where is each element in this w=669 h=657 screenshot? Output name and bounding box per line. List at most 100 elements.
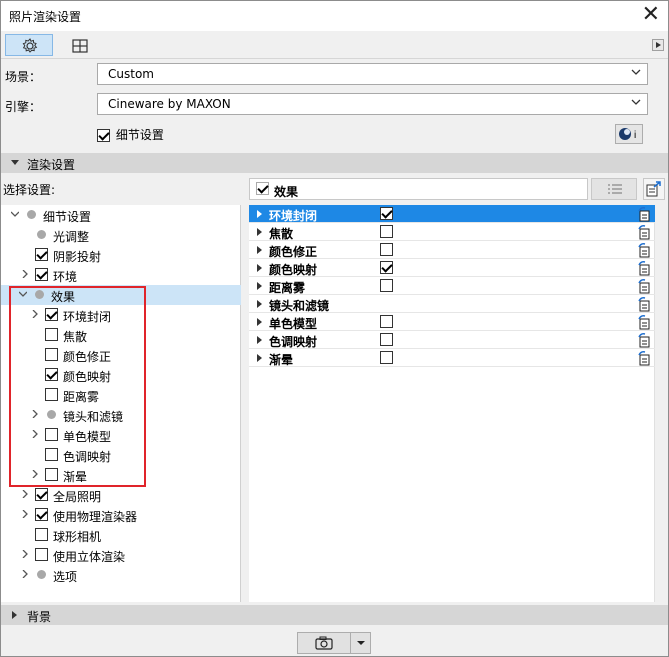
background-section-header[interactable]: 背景 bbox=[1, 605, 668, 625]
effect-row[interactable]: 渐晕 bbox=[249, 349, 655, 367]
chevron-right-icon[interactable] bbox=[21, 550, 29, 558]
caret-down-icon bbox=[11, 160, 19, 165]
effect-row[interactable]: 环境封闭 bbox=[249, 205, 655, 223]
vertical-scrollbar[interactable] bbox=[654, 205, 668, 602]
effect-row[interactable]: 单色模型 bbox=[249, 313, 655, 331]
settings-tab-button[interactable] bbox=[5, 34, 53, 56]
chevron-right-icon[interactable] bbox=[21, 270, 29, 278]
export-setting-icon[interactable] bbox=[637, 260, 651, 276]
effect-checkbox[interactable] bbox=[380, 243, 393, 256]
tree-item[interactable]: 光调整 bbox=[1, 225, 241, 245]
effect-row[interactable]: 颜色修正 bbox=[249, 241, 655, 259]
caret-right-icon[interactable] bbox=[257, 246, 263, 254]
layout-tab-button[interactable] bbox=[55, 34, 103, 56]
tree-item[interactable]: 球形相机 bbox=[1, 525, 241, 545]
tree-item[interactable]: 使用物理渲染器 bbox=[1, 505, 241, 525]
caret-right-icon[interactable] bbox=[257, 210, 263, 218]
detail-settings-toggle[interactable]: 细节设置 bbox=[97, 126, 164, 143]
export-setting-icon[interactable] bbox=[637, 296, 651, 312]
tree-item-label: 阴影投射 bbox=[53, 250, 102, 264]
effect-checkbox[interactable] bbox=[380, 279, 393, 292]
tree-item-checkbox[interactable] bbox=[35, 528, 48, 541]
caret-right-icon[interactable] bbox=[257, 282, 263, 290]
status-dot-icon bbox=[37, 570, 46, 579]
effect-checkbox[interactable] bbox=[380, 225, 393, 238]
render-settings-section-label: 渲染设置 bbox=[27, 158, 76, 172]
effect-row[interactable]: 焦散 bbox=[249, 223, 655, 241]
effect-checkbox[interactable] bbox=[380, 207, 393, 220]
chevron-down-icon[interactable] bbox=[11, 210, 19, 218]
dropdown-arrow-icon[interactable] bbox=[351, 633, 371, 653]
status-dot-icon bbox=[27, 210, 36, 219]
caret-right-icon[interactable] bbox=[257, 336, 263, 344]
tree-item[interactable]: 使用立体渲染 bbox=[1, 545, 241, 565]
effect-checkbox[interactable] bbox=[380, 351, 393, 364]
tree-item-checkbox[interactable] bbox=[35, 488, 48, 501]
effect-row[interactable]: 距离雾 bbox=[249, 277, 655, 295]
render-settings-section-header[interactable]: 渲染设置 bbox=[1, 153, 668, 173]
gear-icon bbox=[22, 38, 38, 53]
tree-item[interactable]: 细节设置 bbox=[1, 205, 241, 225]
detail-settings-checkbox[interactable] bbox=[97, 129, 110, 142]
effect-row[interactable]: 颜色映射 bbox=[249, 259, 655, 277]
effect-name: 镜头和滤镜 bbox=[269, 299, 330, 313]
effects-header-label: 效果 bbox=[274, 185, 299, 199]
effect-name: 焦散 bbox=[269, 227, 294, 241]
export-setting-icon[interactable] bbox=[637, 350, 651, 366]
export-icon bbox=[646, 181, 661, 197]
toolbar bbox=[1, 31, 668, 59]
export-setting-icon[interactable] bbox=[637, 278, 651, 294]
export-setting-icon[interactable] bbox=[637, 206, 651, 222]
tree-item-label: 球形相机 bbox=[53, 530, 102, 544]
caret-right-icon bbox=[12, 611, 17, 619]
svg-text:i: i bbox=[634, 130, 636, 141]
tree-item-checkbox[interactable] bbox=[35, 508, 48, 521]
export-setting-icon[interactable] bbox=[637, 314, 651, 330]
chevron-right-icon[interactable] bbox=[21, 510, 29, 518]
caret-right-icon[interactable] bbox=[257, 228, 263, 236]
effect-checkbox[interactable] bbox=[380, 315, 393, 328]
chevron-right-icon[interactable] bbox=[21, 490, 29, 498]
effect-row[interactable]: 色调映射 bbox=[249, 331, 655, 349]
cinema4d-info-button[interactable]: i bbox=[615, 124, 643, 144]
title-bar: 照片渲染设置 ✕ bbox=[1, 1, 668, 31]
caret-right-icon[interactable] bbox=[257, 354, 263, 362]
tree-item[interactable]: 环境 bbox=[1, 265, 241, 285]
tree-item-label: 选项 bbox=[53, 570, 78, 584]
chevron-right-icon[interactable] bbox=[21, 570, 29, 578]
caret-right-icon[interactable] bbox=[257, 318, 263, 326]
tree-item-checkbox[interactable] bbox=[35, 268, 48, 281]
scene-dropdown[interactable]: Custom bbox=[97, 63, 648, 85]
caret-right-icon[interactable] bbox=[257, 264, 263, 272]
export-settings-button[interactable] bbox=[643, 178, 665, 200]
tree-item[interactable]: 选项 bbox=[1, 565, 241, 585]
effects-header-bar: 效果 bbox=[249, 178, 588, 200]
camera-icon bbox=[315, 636, 333, 650]
tree-item-label: 使用物理渲染器 bbox=[53, 510, 138, 524]
effect-checkbox[interactable] bbox=[380, 261, 393, 274]
engine-label: 引擎： bbox=[5, 100, 42, 114]
effect-name: 色调映射 bbox=[269, 335, 318, 349]
effect-row[interactable]: 镜头和滤镜 bbox=[249, 295, 655, 313]
background-section-label: 背景 bbox=[27, 610, 52, 624]
tree-item-checkbox[interactable] bbox=[35, 548, 48, 561]
list-view-button[interactable] bbox=[591, 178, 637, 200]
scene-value: Custom bbox=[108, 67, 154, 81]
effect-checkbox[interactable] bbox=[380, 333, 393, 346]
toolbar-overflow-arrow-icon[interactable] bbox=[652, 39, 664, 51]
export-setting-icon[interactable] bbox=[637, 332, 651, 348]
effects-header-checkbox[interactable] bbox=[256, 182, 269, 195]
window-title: 照片渲染设置 bbox=[9, 10, 82, 24]
effect-name: 单色模型 bbox=[269, 317, 318, 331]
effect-name: 环境封闭 bbox=[269, 209, 318, 223]
close-icon[interactable]: ✕ bbox=[642, 3, 660, 27]
tree-item[interactable]: 全局照明 bbox=[1, 485, 241, 505]
render-button[interactable] bbox=[297, 632, 371, 654]
tree-item[interactable]: 阴影投射 bbox=[1, 245, 241, 265]
tree-item-checkbox[interactable] bbox=[35, 248, 48, 261]
export-setting-icon[interactable] bbox=[637, 224, 651, 240]
effect-name: 距离雾 bbox=[269, 281, 306, 295]
export-setting-icon[interactable] bbox=[637, 242, 651, 258]
caret-right-icon[interactable] bbox=[257, 300, 263, 308]
engine-dropdown[interactable]: Cineware by MAXON bbox=[97, 93, 648, 115]
